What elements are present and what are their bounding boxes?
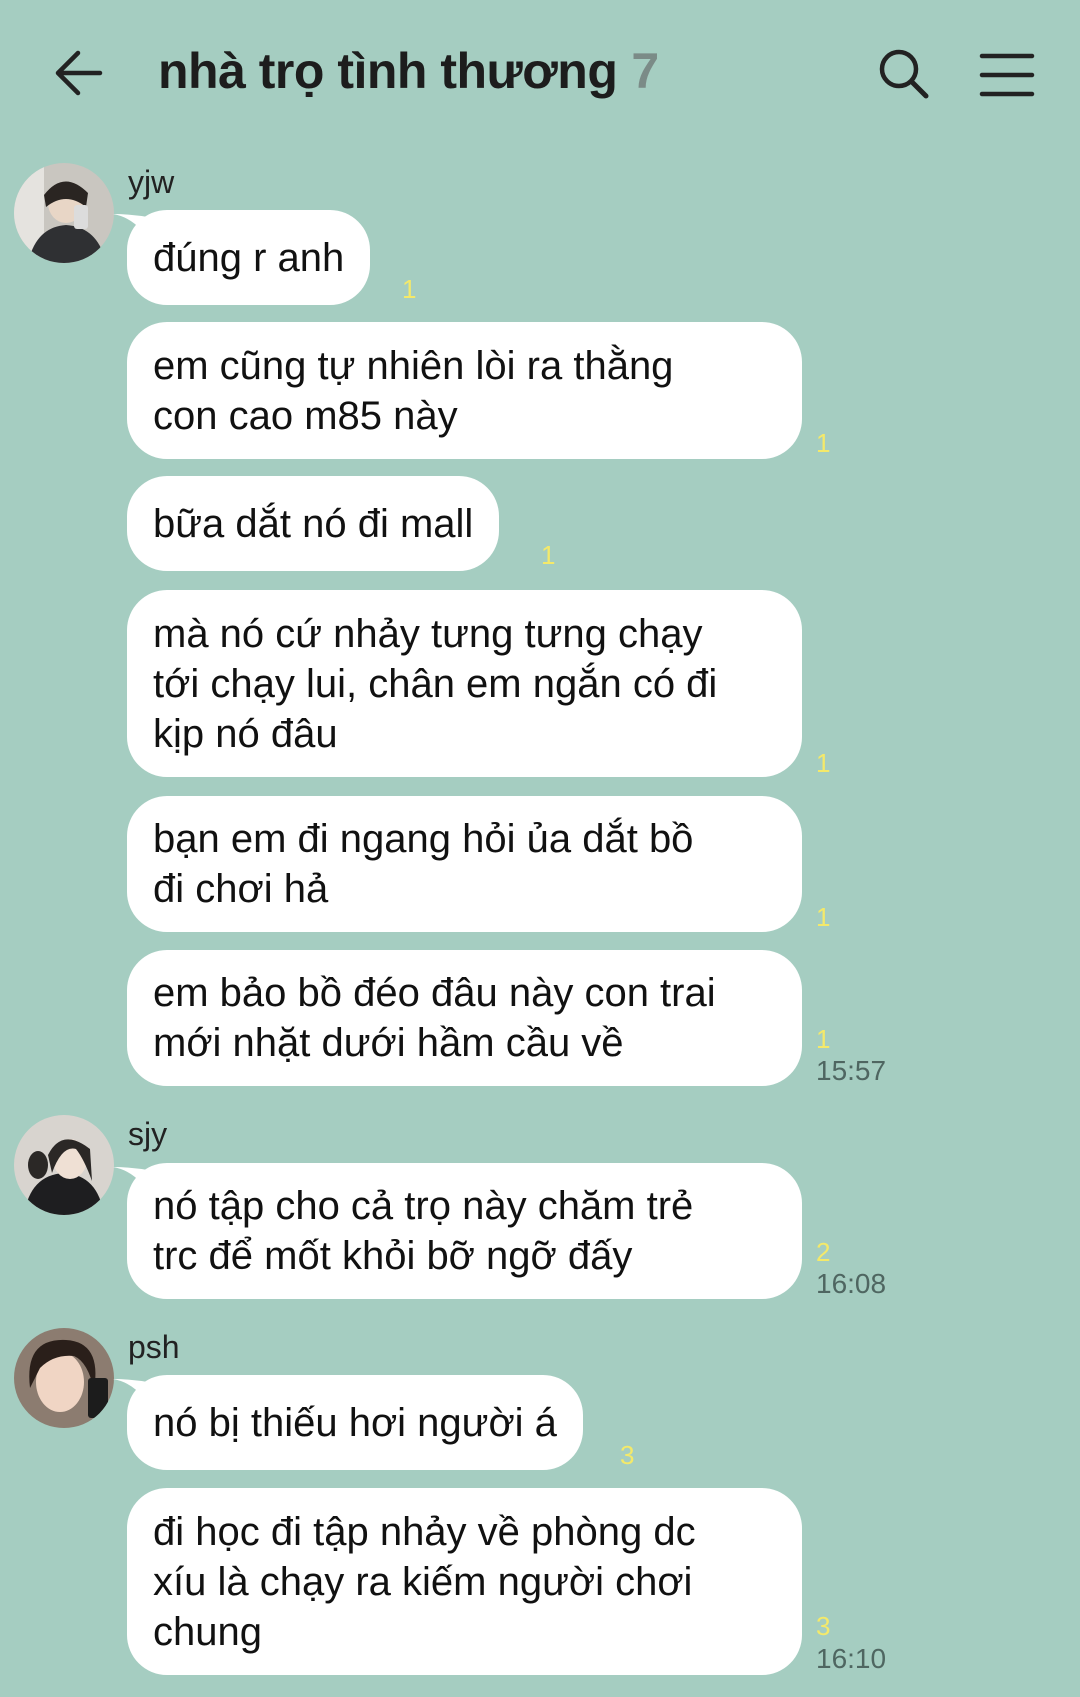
- unread-count: 1: [816, 902, 831, 932]
- avatar-psh[interactable]: [14, 1328, 114, 1428]
- message-timestamp: 16:10: [816, 1643, 887, 1674]
- message-bubble[interactable]: em cũng tự nhiên lòi ra thằng con cao m8…: [127, 322, 802, 459]
- message-text: nó tập cho cả trọ này chăm trẻ trc để mố…: [153, 1184, 694, 1278]
- sender-name-psh: psh: [128, 1329, 180, 1365]
- message-bubble[interactable]: bữa dắt nó đi mall: [127, 476, 500, 571]
- bubble-tail: [113, 1167, 153, 1199]
- message-text: em cũng tự nhiên lòi ra thằng con cao m8…: [153, 343, 674, 438]
- unread-count: 1: [816, 748, 831, 778]
- message-bubble[interactable]: bạn em đi ngang hỏi ủa dắt bồ đi chơi hả: [127, 796, 802, 932]
- avatar-sjy[interactable]: [14, 1115, 114, 1215]
- chat-title-group: nhà trọ tình thương 7: [158, 42, 659, 112]
- avatar-yjw[interactable]: [14, 163, 114, 263]
- bubble-tail: [113, 1379, 153, 1411]
- sender-name-yjw: yjw: [128, 164, 175, 200]
- sender-name-sjy: sjy: [128, 1116, 168, 1152]
- message-text: bạn em đi ngang hỏi ủa dắt bồ đi chơi hả: [153, 817, 694, 911]
- message-text: đi học đi tập nhảy về phòng dc xíu là ch…: [153, 1509, 696, 1654]
- message-text: bữa dắt nó đi mall: [153, 501, 474, 546]
- member-count: 7: [631, 43, 660, 99]
- unread-count: 1: [816, 428, 831, 458]
- unread-count: 1: [402, 274, 417, 304]
- message-bubble[interactable]: nó tập cho cả trọ này chăm trẻ trc để mố…: [113, 1163, 802, 1299]
- chat-title: nhà trọ tình thương: [158, 43, 618, 99]
- unread-count: 1: [816, 1024, 831, 1054]
- message-bubble[interactable]: đúng r anh: [113, 210, 371, 305]
- message-text: mà nó cứ nhảy tưng tưng chạy tới chạy lu…: [153, 611, 718, 756]
- unread-count: 3: [620, 1440, 635, 1470]
- chat-header: nhà trọ tình thương 7: [0, 0, 1080, 150]
- unread-count: 3: [816, 1611, 831, 1641]
- message-text: đúng r anh: [153, 235, 345, 280]
- search-icon[interactable]: [876, 46, 932, 102]
- back-arrow-icon[interactable]: [50, 45, 106, 101]
- message-timestamp: 16:08: [816, 1268, 887, 1299]
- unread-count: 2: [816, 1237, 831, 1267]
- message-bubble[interactable]: em bảo bồ đéo đâu này con trai mới nhặt …: [127, 950, 802, 1086]
- message-bubble[interactable]: nó bị thiếu hơi người á: [113, 1375, 583, 1470]
- message-bubble[interactable]: đi học đi tập nhảy về phòng dc xíu là ch…: [127, 1488, 802, 1675]
- bubble-tail: [113, 214, 153, 246]
- message-bubble[interactable]: mà nó cứ nhảy tưng tưng chạy tới chạy lu…: [127, 590, 802, 777]
- message-timestamp: 15:57: [816, 1055, 887, 1086]
- menu-icon[interactable]: [978, 50, 1036, 100]
- message-text: em bảo bồ đéo đâu này con trai mới nhặt …: [153, 971, 716, 1065]
- message-text: nó bị thiếu hơi người á: [153, 1400, 557, 1445]
- unread-count: 1: [541, 540, 556, 570]
